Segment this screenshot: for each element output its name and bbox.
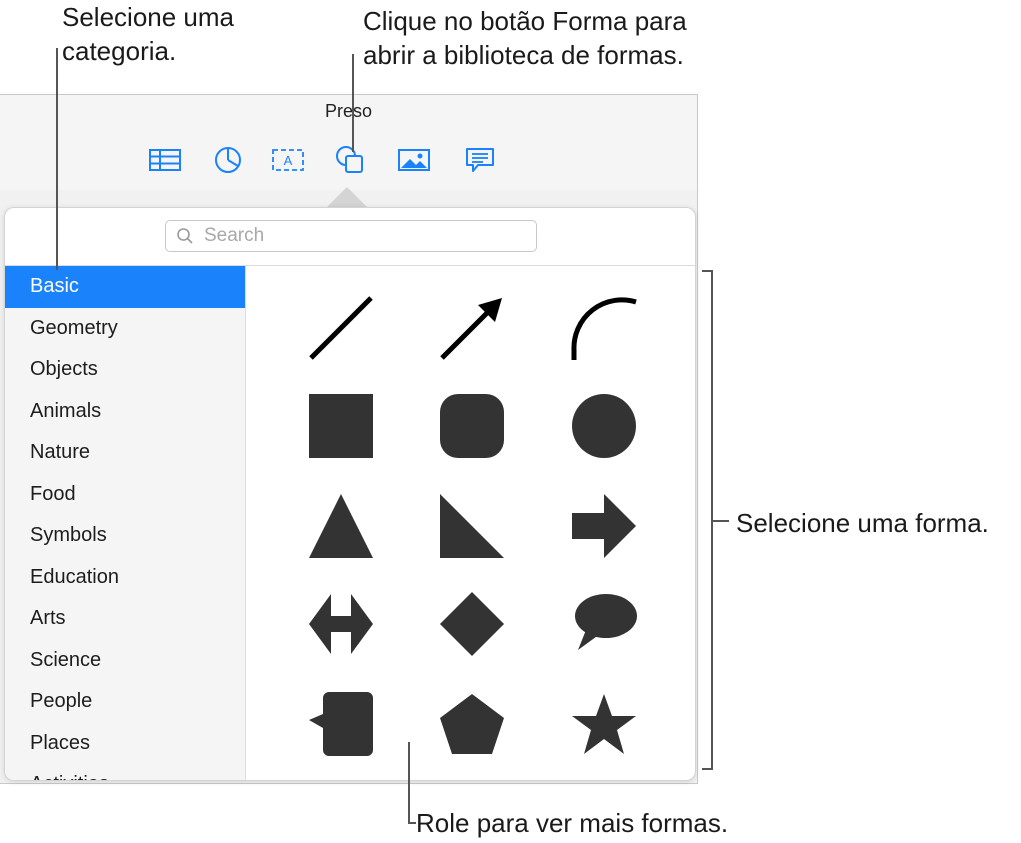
search-field[interactable]	[165, 220, 537, 252]
callout-line: Selecione uma	[62, 2, 234, 32]
leader-line-shape-button	[352, 54, 354, 152]
block-arrow-icon	[572, 494, 636, 558]
shape-line[interactable]	[301, 288, 381, 368]
shape-triangle[interactable]	[301, 486, 381, 566]
shape-arrow-right[interactable]	[564, 486, 644, 566]
category-item-nature[interactable]: Nature	[5, 432, 245, 474]
comment-button[interactable]	[462, 145, 498, 175]
category-item-people[interactable]: People	[5, 681, 245, 723]
text-box-button[interactable]: A	[270, 145, 306, 175]
media-icon	[398, 149, 430, 171]
square-icon	[309, 394, 373, 458]
speech-bubble-icon	[575, 594, 637, 650]
shape-grid[interactable]	[246, 266, 695, 780]
shape-speech-bubble[interactable]	[564, 584, 644, 664]
category-item-arts[interactable]: Arts	[5, 598, 245, 640]
shape-button[interactable]	[332, 145, 368, 175]
shape-rounded-square[interactable]	[432, 386, 512, 466]
pentagon-icon	[440, 694, 504, 754]
table-icon	[149, 149, 181, 171]
shape-double-arrow[interactable]	[301, 584, 381, 664]
shape-diamond[interactable]	[432, 584, 512, 664]
bracket-bottom	[702, 768, 713, 770]
callout-select-shape: Selecione uma forma.	[736, 508, 989, 538]
curve-icon	[571, 297, 637, 360]
line-icon	[309, 296, 373, 360]
search-icon	[177, 228, 193, 244]
callout-scroll: Role para ver mais formas.	[416, 808, 729, 838]
callout-shape-button: Clique no botão Forma para abrir a bibli…	[363, 4, 687, 72]
window-title: Preso	[324, 101, 373, 121]
bracket-pointer	[711, 520, 729, 522]
shape-curve[interactable]	[564, 288, 644, 368]
callout-line: abrir a biblioteca de formas.	[363, 40, 684, 70]
rounded-square-icon	[440, 394, 504, 458]
shape-arrow[interactable]	[432, 288, 512, 368]
category-item-education[interactable]: Education	[5, 557, 245, 599]
media-button[interactable]	[396, 145, 432, 175]
callout-line: Clique no botão Forma para	[363, 6, 687, 36]
chart-icon	[215, 147, 241, 173]
double-arrow-icon	[309, 594, 373, 654]
diamond-icon	[440, 592, 504, 656]
leader-tick-scroll	[408, 822, 416, 824]
shape-circle[interactable]	[564, 386, 644, 466]
shape-library-popover: Basic Geometry Objects Animals Nature Fo…	[4, 207, 696, 781]
text-box-icon: A	[272, 149, 304, 171]
svg-text:A: A	[284, 153, 293, 168]
shape-star[interactable]	[564, 684, 644, 764]
popover-arrow	[327, 187, 367, 207]
leader-line-category	[56, 48, 58, 270]
category-item-places[interactable]: Places	[5, 723, 245, 765]
keynote-window: Preso A Search Basic Geometry Objects An…	[0, 94, 698, 784]
shape-square[interactable]	[301, 386, 381, 466]
right-triangle-icon	[440, 494, 504, 558]
callout-line: categoria.	[62, 36, 177, 66]
table-button[interactable]	[147, 145, 183, 175]
category-item-science[interactable]: Science	[5, 640, 245, 682]
callout-rectangle-icon	[309, 692, 373, 756]
triangle-icon	[309, 494, 373, 558]
shape-callout-rectangle[interactable]	[301, 684, 381, 764]
chart-button[interactable]	[210, 145, 246, 175]
bracket-top	[702, 270, 713, 272]
callout-select-category: Selecione uma categoria.	[62, 0, 234, 68]
category-item-food[interactable]: Food	[5, 474, 245, 516]
shape-pentagon[interactable]	[432, 684, 512, 764]
arrow-icon	[440, 298, 502, 360]
category-item-symbols[interactable]: Symbols	[5, 515, 245, 557]
category-item-activities[interactable]: Activities	[5, 764, 245, 780]
title-bar: Preso A	[0, 95, 697, 190]
leader-line-scroll	[408, 742, 410, 824]
shape-right-triangle[interactable]	[432, 486, 512, 566]
category-item-objects[interactable]: Objects	[5, 349, 245, 391]
category-item-basic[interactable]: Basic	[5, 266, 245, 308]
category-list[interactable]: Basic Geometry Objects Animals Nature Fo…	[5, 266, 246, 780]
shape-icon	[336, 146, 363, 173]
star-icon	[572, 694, 636, 754]
search-input[interactable]	[202, 224, 506, 248]
category-item-geometry[interactable]: Geometry	[5, 308, 245, 350]
category-item-animals[interactable]: Animals	[5, 391, 245, 433]
circle-icon	[572, 394, 636, 458]
comment-icon	[466, 148, 494, 172]
